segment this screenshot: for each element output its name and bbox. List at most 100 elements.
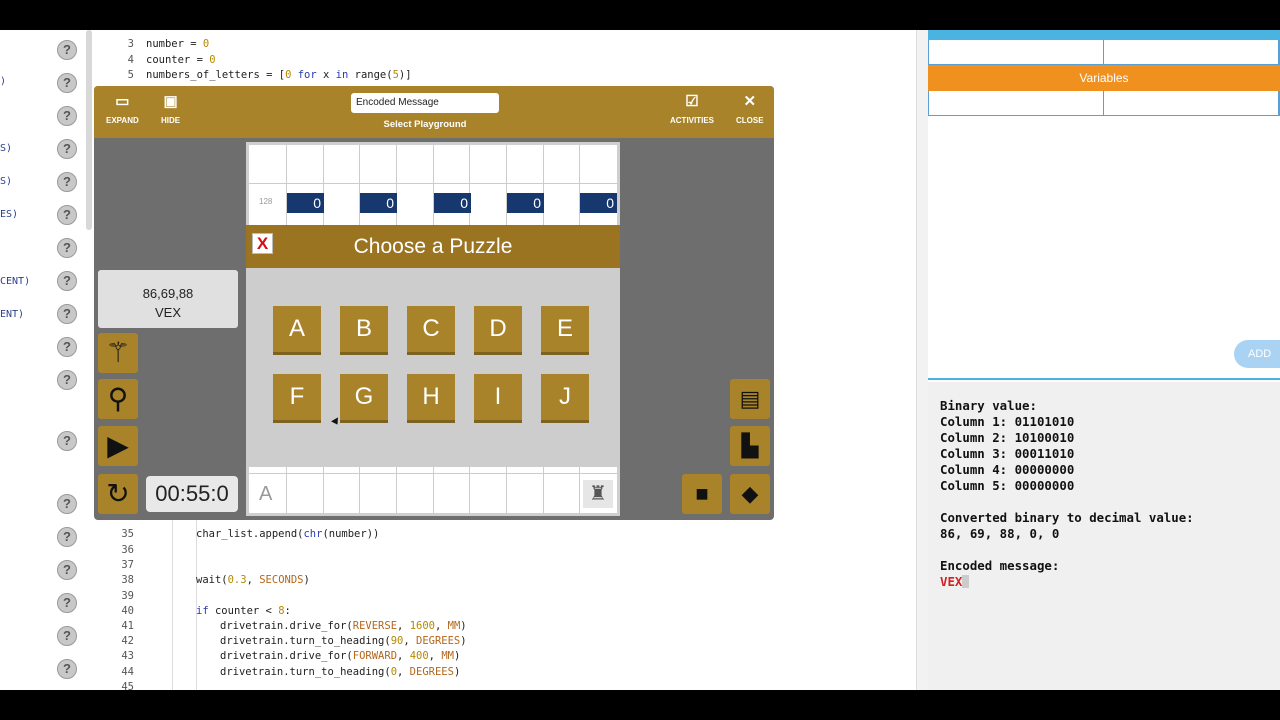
activities-icon: ☑	[685, 93, 699, 110]
expand-button[interactable]: ▭ EXPAND	[106, 94, 139, 126]
console-separator[interactable]	[928, 378, 1280, 380]
bit-cell: 0	[287, 193, 324, 213]
help-icon[interactable]: ?	[57, 40, 77, 60]
bit-cell: 0	[434, 193, 471, 213]
code-line: wait(0.3, SECONDS)	[196, 574, 310, 586]
puzzle-button-d[interactable]: D	[474, 306, 522, 352]
help-icon[interactable]: ?	[57, 304, 77, 324]
outline-label: )	[0, 76, 7, 87]
hide-label: HIDE	[161, 116, 181, 125]
outline-label: ENT)	[0, 309, 25, 320]
line-number: 35	[121, 528, 134, 540]
help-icon[interactable]: ?	[57, 370, 77, 390]
help-icon[interactable]: ?	[57, 106, 77, 126]
help-icon[interactable]: ?	[57, 205, 77, 225]
variables-header: Variables	[928, 65, 1280, 91]
reset-button[interactable]: ↻	[98, 474, 138, 514]
puzzle-button-g[interactable]: G	[340, 374, 388, 420]
console-line: Column 4: 00000000	[940, 462, 1075, 477]
bit-cell: 0	[580, 193, 617, 213]
help-icon[interactable]: ?	[57, 626, 77, 646]
activities-button[interactable]: ☑ ACTIVITIES	[670, 93, 714, 126]
puzzle-button-c[interactable]: C	[407, 306, 455, 352]
line-number: 38	[121, 574, 134, 586]
robot-view-button[interactable]: ▙	[730, 426, 770, 466]
choose-puzzle-dialog: Choose a Puzzle X A B C D E F G H I J	[246, 225, 620, 467]
help-icon[interactable]: ?	[57, 73, 77, 93]
help-icon[interactable]: ?	[57, 172, 77, 192]
puzzle-button-a[interactable]: A	[273, 306, 321, 352]
hide-icon: ▣	[163, 93, 178, 110]
row-label: 128	[259, 197, 273, 206]
bottom-letter: A	[259, 483, 273, 505]
line-number: 43	[121, 650, 134, 662]
table-row	[928, 91, 1280, 116]
bit-cell: 0	[507, 193, 544, 213]
help-icon[interactable]: ?	[57, 139, 77, 159]
code-line: char_list.append(chr(number))	[196, 528, 380, 540]
line-number: 4	[127, 54, 134, 66]
variables-table: Variables	[928, 30, 1280, 116]
location-button[interactable]: ⚲	[98, 379, 138, 419]
code-line: drivetrain.drive_for(REVERSE, 1600, MM)	[220, 620, 467, 632]
readout-message: VEX	[154, 305, 181, 320]
help-icon[interactable]: ?	[57, 431, 77, 451]
code-line: number = 0	[146, 38, 210, 50]
help-icon[interactable]: ?	[57, 659, 77, 679]
table-icon: ▤	[739, 386, 761, 411]
dialog-title: Choose a Puzzle	[246, 225, 620, 268]
puzzle-button-j[interactable]: J	[541, 374, 589, 420]
puzzle-button-e[interactable]: E	[541, 306, 589, 352]
code-line: numbers_of_letters = [0 for x in range(5…	[146, 69, 412, 81]
screen: ) S) S) ES) CENT) ENT) ? ? ? ? ? ? ? ? ?…	[0, 30, 1280, 690]
close-button[interactable]: ✕ CLOSE	[736, 94, 764, 126]
code-line: counter = 0	[146, 54, 216, 66]
grid-view-button[interactable]: ▤	[730, 379, 770, 419]
table-top-bar	[928, 30, 1280, 40]
panel-divider[interactable]	[916, 30, 928, 690]
console-output: Binary value: Column 1: 01101010 Column …	[928, 382, 1280, 690]
grid-line	[249, 473, 617, 474]
add-button[interactable]: ADD	[1234, 340, 1280, 368]
code-line: drivetrain.drive_for(FORWARD, 400, MM)	[220, 650, 461, 662]
indent-guide	[172, 520, 173, 690]
dialog-close-button[interactable]: X	[252, 233, 273, 254]
line-number: 36	[121, 544, 134, 556]
console-line: Column 3: 00011010	[940, 446, 1075, 461]
select-playground-label: Select Playground	[383, 119, 467, 130]
magic-wand-button[interactable]: ⚚	[98, 333, 138, 373]
outline-label: ES)	[0, 209, 19, 220]
console-message-line: VEX	[940, 574, 1268, 590]
puzzle-button-f[interactable]: F	[273, 374, 321, 420]
outline-label: CENT)	[0, 276, 31, 287]
grid-line	[249, 183, 617, 184]
map-pin-icon: ⚲	[107, 383, 129, 414]
readout-values: 86,69,88	[142, 286, 194, 301]
timer-display: 00:55:0	[146, 476, 238, 512]
help-icon[interactable]: ?	[57, 494, 77, 514]
help-icon[interactable]: ?	[57, 560, 77, 580]
puzzle-button-i[interactable]: I	[474, 374, 522, 420]
code-line: if counter < 8:	[196, 605, 291, 617]
play-button[interactable]: ▶	[98, 426, 138, 466]
hide-button[interactable]: ▣ HIDE	[161, 93, 181, 126]
puzzle-button-h[interactable]: H	[407, 374, 455, 420]
help-icon[interactable]: ?	[57, 238, 77, 258]
help-icon[interactable]: ?	[57, 527, 77, 547]
console-line: Column 1: 01101010	[940, 414, 1075, 429]
console-line: Binary value:	[940, 398, 1037, 413]
help-icon[interactable]: ?	[57, 271, 77, 291]
puzzle-button-b[interactable]: B	[340, 306, 388, 352]
camera-angle-button[interactable]: ◆	[730, 474, 770, 514]
camera-button[interactable]: ■	[682, 474, 722, 514]
playground-select[interactable]: Encoded Message	[351, 93, 499, 113]
help-icon[interactable]: ?	[57, 593, 77, 613]
bit-cell: 0	[360, 193, 397, 213]
expand-label: EXPAND	[106, 116, 139, 125]
outline-gutter: ) S) S) ES) CENT) ENT)	[0, 30, 40, 690]
help-icon-column: ? ? ? ? ? ? ? ? ? ? ? ? ? ? ? ? ? ?	[50, 30, 86, 690]
help-icon[interactable]: ?	[57, 337, 77, 357]
close-label: CLOSE	[736, 116, 764, 125]
console-line: 86, 69, 88, 0, 0	[940, 526, 1060, 541]
